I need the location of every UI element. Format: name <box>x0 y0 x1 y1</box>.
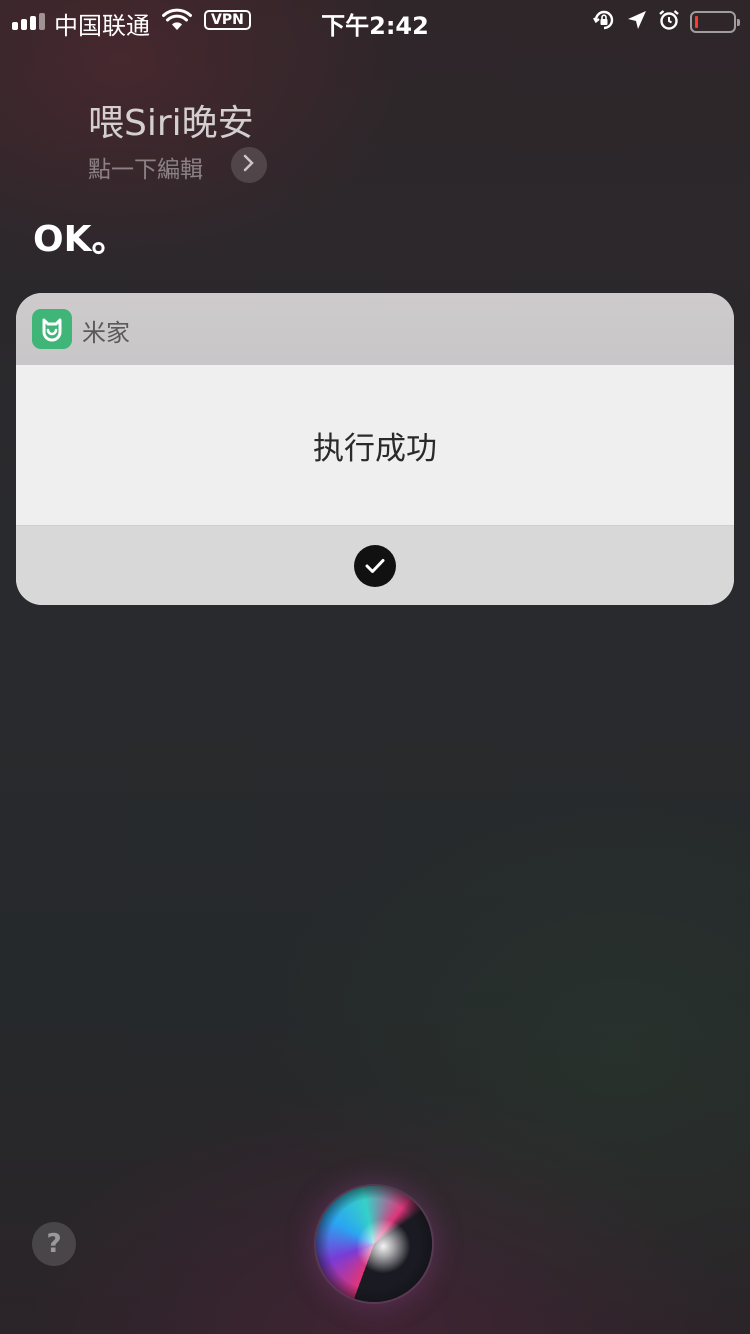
siri-query-text[interactable]: 喂Siri晚安 <box>88 94 254 146</box>
siri-orb-icon[interactable] <box>316 1186 432 1302</box>
status-bar: 中国联通 VPN 下午2:42 <box>0 0 750 40</box>
card-message-area: 执行成功 <box>16 365 734 525</box>
alarm-icon <box>658 9 680 35</box>
checkmark-icon <box>354 545 396 587</box>
siri-response: OK。 <box>33 219 128 260</box>
card-header[interactable]: 米家 <box>16 293 734 365</box>
result-message: 执行成功 <box>313 430 437 467</box>
app-name: 米家 <box>82 319 130 347</box>
rotation-lock-icon <box>592 8 616 36</box>
shortcut-result-card: 米家 执行成功 <box>16 293 734 605</box>
help-button[interactable]: ? <box>32 1222 76 1266</box>
tap-to-edit-hint[interactable]: 點一下編輯 <box>88 150 203 184</box>
chevron-right-icon <box>242 154 256 176</box>
edit-chevron-button[interactable] <box>231 147 267 183</box>
location-icon <box>626 9 648 35</box>
mijia-app-icon <box>32 309 72 349</box>
card-footer <box>16 525 734 605</box>
battery-icon <box>690 11 740 33</box>
